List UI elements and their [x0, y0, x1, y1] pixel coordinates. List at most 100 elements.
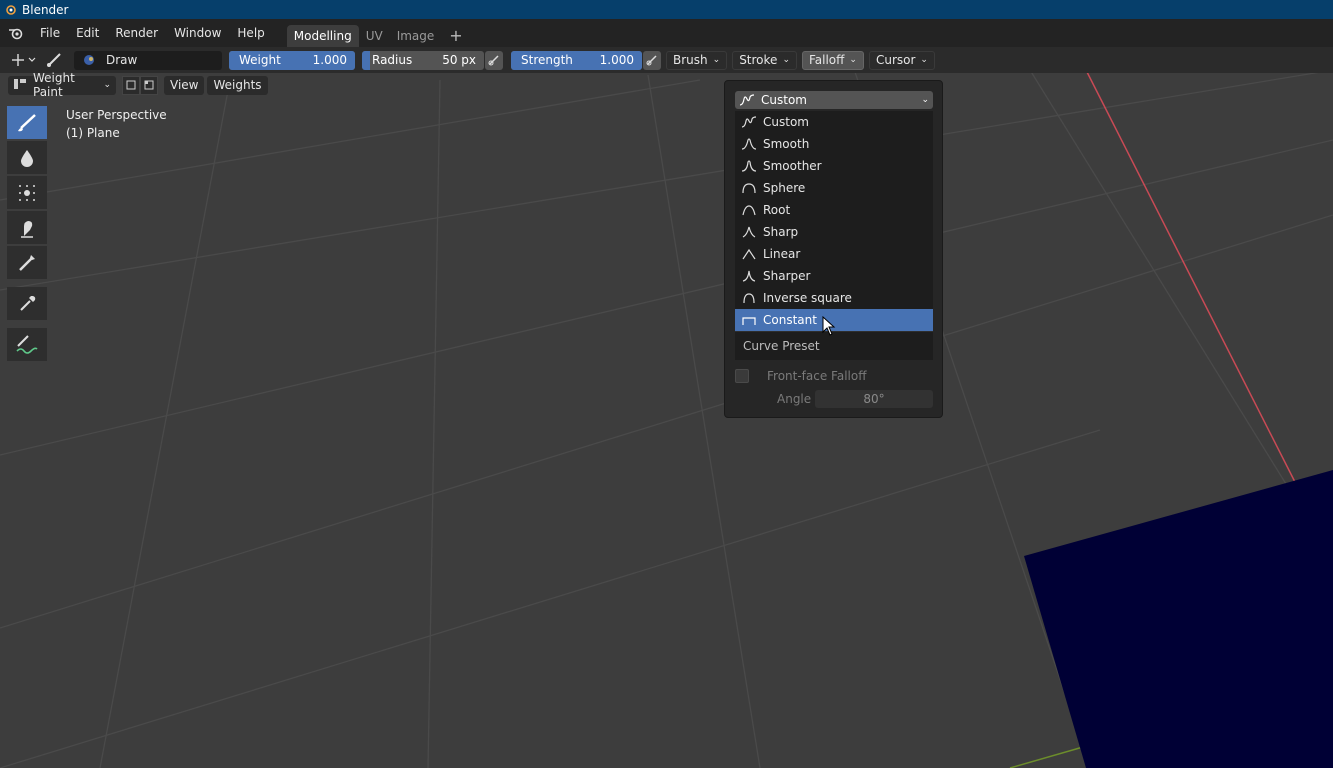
- falloff-dropdown[interactable]: Falloff ⌄: [801, 50, 864, 70]
- tool-sample-weight[interactable]: [7, 287, 47, 320]
- gradient-pen-icon: [19, 254, 35, 271]
- viewport-grid[interactable]: [0, 0, 1333, 768]
- brush-dropdown[interactable]: Brush ⌄: [666, 50, 728, 70]
- stroke-dropdown[interactable]: Stroke ⌄: [732, 50, 797, 70]
- chevron-down-icon: ⌄: [920, 55, 928, 65]
- paint-brush-icon: [47, 53, 61, 67]
- curve-preset-select[interactable]: Custom ⌄: [735, 91, 933, 109]
- tool-gradient[interactable]: [7, 246, 47, 279]
- chevron-down-icon: ⌄: [712, 55, 721, 65]
- blender-logo-icon: [9, 28, 23, 40]
- front-face-falloff-row: Front-face Falloff: [735, 369, 867, 383]
- curve-inverse-square-icon: [743, 293, 755, 304]
- annotate-pen-icon: [16, 334, 38, 354]
- workspace-tab-uv[interactable]: UV: [359, 25, 390, 47]
- blender-menu-logo[interactable]: [0, 26, 32, 40]
- preset-option-inverse-square[interactable]: Inverse square: [735, 287, 933, 309]
- mask-toggle-group: [122, 75, 158, 95]
- view-menu[interactable]: View: [164, 75, 205, 95]
- curve-custom-icon: [739, 94, 755, 106]
- falloff-popover: Custom ⌄ Custom Smooth Smoother Sphere R…: [724, 80, 943, 418]
- stroke-dropdown-label: Stroke: [739, 53, 778, 67]
- tool-average[interactable]: [7, 176, 47, 209]
- weights-menu[interactable]: Weights: [207, 75, 268, 95]
- curve-root-icon: [742, 205, 756, 216]
- transform-gizmo-icon: [12, 54, 36, 66]
- window-title: Blender: [22, 2, 69, 17]
- front-face-falloff-checkbox[interactable]: [735, 369, 749, 383]
- preset-option-sharp[interactable]: Sharp: [735, 221, 933, 243]
- face-mask-toggle[interactable]: [122, 75, 140, 95]
- chevron-down-icon: ⌄: [103, 80, 111, 90]
- brush-name: Draw: [106, 53, 138, 67]
- preset-option-label: Sharp: [763, 225, 799, 239]
- preset-option-smoother[interactable]: Smoother: [735, 155, 933, 177]
- weight-slider[interactable]: Weight 1.000: [229, 50, 355, 70]
- tool-annotate[interactable]: [7, 328, 47, 361]
- viewport-header: Weight Paint ⌄ View Weights: [0, 71, 268, 99]
- droplet-icon: [21, 149, 33, 167]
- preset-option-label: Sphere: [763, 181, 806, 195]
- preset-option-root[interactable]: Root: [735, 199, 933, 221]
- radius-pressure-toggle[interactable]: [485, 50, 503, 70]
- preset-option-label: Linear: [763, 247, 801, 261]
- preset-option-label: Sharper: [763, 269, 811, 283]
- menu-window[interactable]: Window: [166, 19, 229, 47]
- pen-pressure-icon: [646, 55, 657, 66]
- menu-help[interactable]: Help: [229, 19, 272, 47]
- preset-option-sphere[interactable]: Sphere: [735, 177, 933, 199]
- curve-preset-value: Custom: [761, 93, 807, 107]
- active-tool-button[interactable]: [40, 50, 68, 70]
- menu-file[interactable]: File: [32, 19, 68, 47]
- smear-finger-icon: [21, 220, 33, 238]
- menu-edit[interactable]: Edit: [68, 19, 107, 47]
- view-perspective-label: User Perspective: [66, 108, 167, 122]
- cursor-dropdown[interactable]: Cursor ⌄: [868, 50, 935, 70]
- radius-value: 50 px: [442, 52, 476, 67]
- preset-option-label: Custom: [763, 115, 809, 129]
- workspace-tab-modelling[interactable]: Modelling: [286, 25, 359, 47]
- menu-render[interactable]: Render: [107, 19, 166, 47]
- preset-option-label: Inverse square: [763, 291, 852, 305]
- add-workspace-button[interactable]: +: [445, 25, 466, 47]
- tool-settings-header: Draw Weight 1.000 Radius 50 px Strength …: [0, 47, 1333, 73]
- tool-shelf: [7, 106, 49, 363]
- strength-pressure-toggle[interactable]: [643, 50, 661, 70]
- viewport-info-overlay: User Perspective (1) Plane: [66, 106, 167, 142]
- brush-thumbnail-icon: [78, 53, 100, 68]
- tool-draw[interactable]: [7, 106, 47, 139]
- preset-option-label: Smoother: [763, 159, 822, 173]
- weight-label: Weight: [239, 53, 281, 67]
- curve-smooth-icon: [741, 138, 757, 150]
- curve-custom-icon: [741, 116, 757, 128]
- tool-blur[interactable]: [7, 141, 47, 174]
- vertex-mask-toggle[interactable]: [140, 75, 158, 95]
- brush-selector[interactable]: Draw: [74, 50, 222, 70]
- weight-paint-mode-icon: [13, 78, 27, 93]
- preset-option-label: Constant: [763, 313, 817, 327]
- radius-slider[interactable]: Radius 50 px: [362, 50, 484, 70]
- workspace-tab-image[interactable]: Image: [390, 25, 442, 47]
- angle-label: Angle: [777, 392, 812, 406]
- cursor-dropdown-label: Cursor: [875, 53, 916, 67]
- interaction-mode-select[interactable]: Weight Paint ⌄: [8, 71, 116, 99]
- preset-option-linear[interactable]: Linear: [735, 243, 933, 265]
- angle-row: Angle 80°: [777, 390, 933, 408]
- curve-constant-icon: [742, 317, 756, 325]
- angle-field[interactable]: 80°: [815, 390, 933, 408]
- preset-option-smooth[interactable]: Smooth: [735, 133, 933, 155]
- curve-linear-icon: [742, 248, 756, 260]
- weight-value: 1.000: [312, 52, 347, 67]
- curve-sharper-icon: [742, 270, 756, 282]
- editor-type-button[interactable]: [6, 50, 40, 70]
- eyedropper-icon: [20, 295, 36, 311]
- pen-pressure-icon: [488, 55, 499, 66]
- preset-option-sharper[interactable]: Sharper: [735, 265, 933, 287]
- front-face-falloff-label: Front-face Falloff: [767, 369, 867, 383]
- radius-slider-fill: [362, 50, 370, 70]
- strength-slider[interactable]: Strength 1.000: [511, 50, 642, 70]
- radius-label: Radius: [372, 53, 413, 67]
- tool-smear[interactable]: [7, 211, 47, 244]
- preset-option-custom[interactable]: Custom: [735, 111, 933, 133]
- curve-smoother-icon: [741, 160, 757, 172]
